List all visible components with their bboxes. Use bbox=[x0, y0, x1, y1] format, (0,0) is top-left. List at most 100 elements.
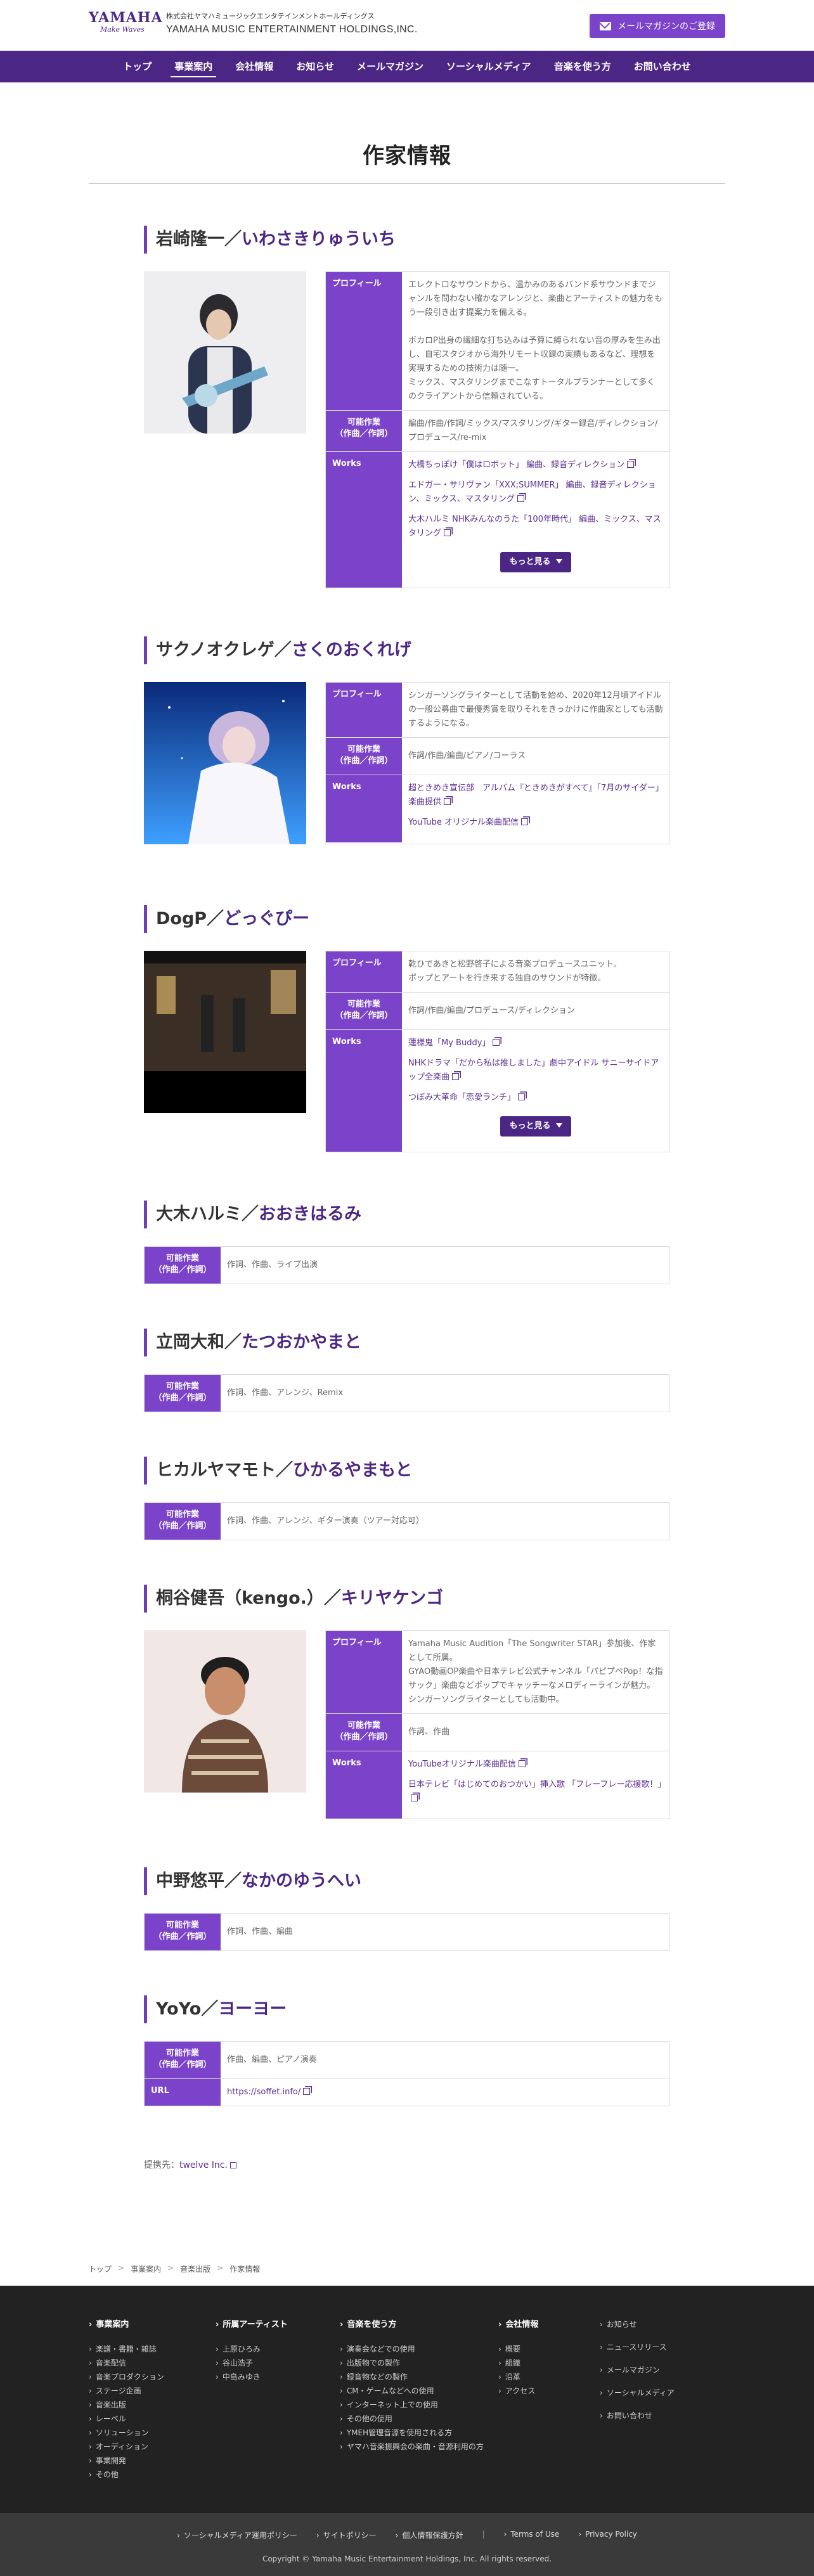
artist-url-link[interactable]: https://soffet.info/ bbox=[227, 2085, 663, 2099]
nav-music-users[interactable]: 音楽を使う方 bbox=[543, 51, 623, 82]
footer-link[interactable]: 楽譜・書籍・雑誌 bbox=[89, 2342, 216, 2356]
nav-news[interactable]: お知らせ bbox=[285, 51, 346, 82]
artist-photo bbox=[144, 951, 306, 1113]
partner-link[interactable]: twelve Inc. bbox=[179, 2160, 236, 2170]
external-link-icon bbox=[518, 1760, 526, 1767]
work-link[interactable]: つぼみ大革命「恋愛ランチ」 bbox=[408, 1091, 663, 1105]
caret-down-icon bbox=[555, 1123, 562, 1128]
newsletter-signup-button[interactable]: メールマガジンのご登録 bbox=[590, 14, 725, 38]
footer-column-heading[interactable]: 事業案内 bbox=[89, 2317, 216, 2329]
footer-column-heading[interactable]: 音楽を使う方 bbox=[340, 2317, 498, 2329]
footer-link[interactable]: 概要 bbox=[498, 2342, 600, 2356]
work-link[interactable]: YouTube オリジナル楽曲配信 bbox=[408, 816, 663, 830]
external-link-icon bbox=[229, 2162, 236, 2168]
footer-link[interactable]: 谷山浩子 bbox=[216, 2356, 340, 2370]
breadcrumb-item[interactable]: トップ bbox=[89, 2264, 112, 2274]
footer-link[interactable]: ヤマハ音楽振興会の楽曲・音源利用の方 bbox=[340, 2440, 498, 2454]
site-logo[interactable]: YAMAHA Make Waves 株式会社ヤマハミュージックエンタテインメント… bbox=[89, 10, 418, 38]
nav-social[interactable]: ソーシャルメディア bbox=[435, 51, 543, 82]
footer-link[interactable]: メールマガジン bbox=[600, 2363, 701, 2377]
footer-link[interactable]: その他 bbox=[89, 2468, 216, 2482]
footer-link[interactable]: その他の使用 bbox=[340, 2412, 498, 2426]
footer-link[interactable]: 演奏会などでの使用 bbox=[340, 2342, 498, 2356]
footer-link[interactable]: 音楽出版 bbox=[89, 2398, 216, 2412]
footer-link[interactable]: 個人情報保護方針 bbox=[396, 2530, 463, 2541]
artist-info-table: プロフィール シンガーソングライターとして活動を始め、2020年12月頃アイドルの… bbox=[325, 682, 670, 844]
artist-info-table: 可能作業 （作曲／作詞） 作詞、作曲、アレンジ、ギター演奏（ツアー対応可） bbox=[144, 1502, 670, 1540]
artist-info-table: 可能作業 （作曲／作詞） 作詞、作曲、アレンジ、Remix bbox=[144, 1374, 670, 1412]
artist-info-table: 可能作業 （作曲／作詞） 作詞、作曲、編曲 bbox=[144, 1913, 670, 1951]
artist-section: DogP／どっぐぴー プロフィール 乾ひであきと松野啓子による音楽プロデュースユニ… bbox=[144, 905, 670, 1152]
footer-link[interactable]: CM・ゲームなどへの使用 bbox=[340, 2384, 498, 2398]
nav-mailmagazine[interactable]: メールマガジン bbox=[346, 51, 435, 82]
artist-list: 岩崎隆一／いわさきりゅういち プロフィール エレクトロなサウンドから、温かみのある… bbox=[144, 226, 670, 2171]
footer-link[interactable]: ソーシャルメディア bbox=[600, 2386, 701, 2400]
show-more-button[interactable]: もっと見る bbox=[500, 1116, 571, 1137]
footer-link[interactable]: Terms of Use bbox=[504, 2530, 559, 2541]
external-link-icon bbox=[518, 1093, 526, 1100]
work-link[interactable]: 蓮様鬼「My Buddy」 bbox=[408, 1036, 663, 1050]
nav-business[interactable]: 事業案内 bbox=[163, 51, 224, 82]
footer-link[interactable]: 音楽プロダクション bbox=[89, 2370, 216, 2384]
footer-column: お知らせニュースリリースメールマガジンソーシャルメディアお問い合わせ bbox=[600, 2317, 701, 2482]
nav-company[interactable]: 会社情報 bbox=[224, 51, 285, 82]
footer-link[interactable]: ソリューション bbox=[89, 2426, 216, 2440]
footer-link[interactable]: 上原ひろみ bbox=[216, 2342, 340, 2356]
work-link[interactable]: 超ときめき宣伝部 アルバム『ときめきがすべて』「7月のサイダー」楽曲提供 bbox=[408, 782, 663, 809]
footer-column-heading[interactable]: 所属アーティスト bbox=[216, 2317, 340, 2329]
show-more-button[interactable]: もっと見る bbox=[500, 552, 571, 572]
partner-credit: 提携先：twelve Inc. bbox=[144, 2158, 670, 2171]
work-link[interactable]: 日本テレビ「はじめてのおつかい」挿入歌 「フレーフレー応援歌！」 bbox=[408, 1778, 666, 1806]
footer-column: 事業案内楽譜・書籍・雑誌音楽配信音楽プロダクションステージ企画音楽出版レーベルソ… bbox=[89, 2317, 216, 2482]
artist-info-table: 可能作業 （作曲／作詞） 作曲、編曲、ピアノ演奏 URL https://soffe… bbox=[144, 2041, 670, 2106]
footer-link[interactable]: オーディション bbox=[89, 2440, 216, 2454]
artist-heading: 中野悠平／なかのゆうへい bbox=[144, 1867, 670, 1895]
work-link[interactable]: 大木ハルミ NHKみんなのうた「100年時代」 編曲、ミックス、マスタリング bbox=[408, 513, 663, 541]
title-divider bbox=[89, 183, 725, 184]
footer-link[interactable]: 事業開発 bbox=[89, 2454, 216, 2468]
work-link[interactable]: NHKドラマ「だから私は推しました」劇中アイドル サニーサイドアップ全楽曲 bbox=[408, 1057, 663, 1085]
footer-link[interactable]: 沿革 bbox=[498, 2370, 600, 2384]
artist-section: 立岡大和／たつおかやまと 可能作業 （作曲／作詞） 作詞、作曲、アレンジ、Remi… bbox=[144, 1329, 670, 1412]
external-link-icon bbox=[627, 461, 635, 468]
external-link-icon bbox=[444, 529, 451, 536]
footer-link[interactable]: 出版物での製作 bbox=[340, 2356, 498, 2370]
breadcrumb-item[interactable]: 音楽出版 bbox=[180, 2264, 210, 2274]
footer-link[interactable]: YMEH管理音源を使用される方 bbox=[340, 2426, 498, 2440]
external-link-icon bbox=[517, 495, 524, 502]
artist-heading: 立岡大和／たつおかやまと bbox=[144, 1329, 670, 1356]
breadcrumb-item[interactable]: 事業案内 bbox=[131, 2264, 161, 2274]
artist-heading: DogP／どっぐぴー bbox=[144, 905, 670, 933]
footer-link[interactable]: 録音物などの製作 bbox=[340, 2370, 498, 2384]
nav-contact[interactable]: お問い合わせ bbox=[623, 51, 702, 82]
footer-link[interactable]: お問い合わせ bbox=[600, 2409, 701, 2423]
footer-link[interactable]: Privacy Policy bbox=[578, 2530, 637, 2541]
artist-heading: ヒカルヤマモト／ひかるやまもと bbox=[144, 1457, 670, 1484]
work-link[interactable]: YouTubeオリジナル楽曲配信 bbox=[408, 1758, 663, 1772]
artist-section: 桐谷健吾（kengo.）／キリヤケンゴ プロフィール Yamaha Music A… bbox=[144, 1585, 670, 1819]
global-nav: トップ 事業案内 会社情報 お知らせ メールマガジン ソーシャルメディア 音楽を… bbox=[0, 51, 814, 82]
external-link-icon bbox=[521, 818, 528, 825]
footer-link[interactable]: 中島みゆき bbox=[216, 2370, 340, 2384]
footer-column: 所属アーティスト上原ひろみ谷山浩子中島みゆき bbox=[216, 2317, 340, 2482]
work-link[interactable]: 大橋ちっぽけ「僕はロボット」 編曲、録音ディレクション bbox=[408, 458, 663, 472]
artist-section: 大木ハルミ／おおきはるみ 可能作業 （作曲／作詞） 作詞、作曲、ライブ出演 bbox=[144, 1201, 670, 1284]
footer-link[interactable]: アクセス bbox=[498, 2384, 600, 2398]
footer-column-heading[interactable]: 会社情報 bbox=[498, 2317, 600, 2329]
work-link[interactable]: エドガー・サリヴァン「XXX;SUMMER」 編曲、録音ディレクション、ミックス… bbox=[408, 479, 663, 506]
yamaha-logo-icon: YAMAHA Make Waves bbox=[89, 10, 163, 34]
footer-link[interactable]: ソーシャルメディア運用ポリシー bbox=[177, 2530, 297, 2541]
artist-heading: YoYo／ヨーヨー bbox=[144, 1995, 670, 2023]
footer-link[interactable]: ステージ企画 bbox=[89, 2384, 216, 2398]
footer-link[interactable]: ニュースリリース bbox=[600, 2340, 701, 2354]
footer-link[interactable]: お知らせ bbox=[600, 2317, 701, 2331]
footer-link[interactable]: サイトポリシー bbox=[316, 2530, 377, 2541]
external-link-icon bbox=[444, 798, 451, 805]
footer-link[interactable]: レーベル bbox=[89, 2412, 216, 2426]
footer-link[interactable]: インターネット上での使用 bbox=[340, 2398, 498, 2412]
artist-heading: 大木ハルミ／おおきはるみ bbox=[144, 1201, 670, 1228]
footer-link[interactable]: 音楽配信 bbox=[89, 2356, 216, 2370]
nav-top[interactable]: トップ bbox=[112, 51, 163, 82]
footer-link[interactable]: 組織 bbox=[498, 2356, 600, 2370]
artist-info-table: プロフィール 乾ひであきと松野啓子による音楽プロデュースユニット。 ポップとアート… bbox=[325, 951, 670, 1152]
